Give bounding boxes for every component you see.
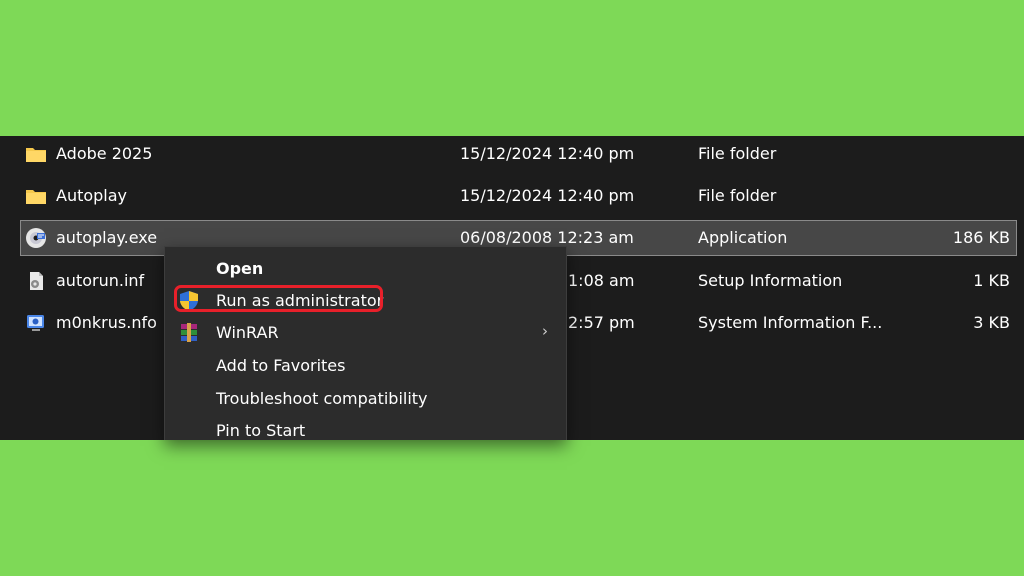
- menu-item-label: Open: [216, 259, 264, 278]
- file-type: File folder: [698, 186, 777, 205]
- menu-item-label: Pin to Start: [216, 421, 306, 440]
- menu-item-label: Troubleshoot compatibility: [216, 389, 428, 408]
- folder-icon: [26, 148, 46, 162]
- file-date: 15/12/2024 12:40 pm: [460, 144, 635, 163]
- system-info-icon: [27, 315, 44, 331]
- chevron-right-icon: ›: [542, 322, 548, 340]
- file-type: System Information F...: [698, 313, 883, 332]
- menu-item-pin-to-start[interactable]: Pin to Start: [165, 416, 566, 440]
- menu-item-troubleshoot-compatibility[interactable]: Troubleshoot compatibility: [165, 384, 566, 414]
- file-size: 1 KB: [973, 271, 1010, 290]
- file-size: 3 KB: [973, 313, 1010, 332]
- menu-item-label: WinRAR: [216, 323, 279, 342]
- file-date: 2:57 pm: [568, 313, 635, 332]
- menu-item-open[interactable]: Open: [165, 254, 566, 284]
- file-type: Setup Information: [698, 271, 843, 290]
- file-row-adobe-2025[interactable]: Adobe 2025 15/12/2024 12:40 pm File fold…: [20, 136, 1017, 172]
- file-name: m0nkrus.nfo: [56, 313, 157, 332]
- menu-item-winrar[interactable]: WinRAR ›: [165, 318, 566, 348]
- file-type: File folder: [698, 144, 777, 163]
- menu-item-label: Add to Favorites: [216, 356, 346, 375]
- winrar-icon: [181, 323, 197, 342]
- file-name: Adobe 2025: [56, 144, 153, 163]
- folder-icon: [26, 190, 46, 204]
- setup-file-icon: [30, 272, 43, 290]
- file-size: 186 KB: [952, 228, 1010, 247]
- file-name: Autoplay: [56, 186, 128, 205]
- file-row-autoplay-folder[interactable]: Autoplay 15/12/2024 12:40 pm File folder: [20, 178, 1017, 214]
- file-type: Application: [698, 228, 788, 247]
- application-icon: [26, 228, 46, 248]
- context-menu: Open Run as administrator WinRAR › Add t…: [164, 246, 567, 440]
- file-date: 06/08/2008 12:23 am: [460, 228, 634, 247]
- file-name: autorun.inf: [56, 271, 145, 290]
- file-date: 15/12/2024 12:40 pm: [460, 186, 635, 205]
- annotation-highlight-box: [174, 285, 383, 312]
- menu-item-add-to-favorites[interactable]: Add to Favorites: [165, 351, 566, 381]
- file-date: 1:08 am: [568, 271, 635, 290]
- file-name: autoplay.exe: [56, 228, 158, 247]
